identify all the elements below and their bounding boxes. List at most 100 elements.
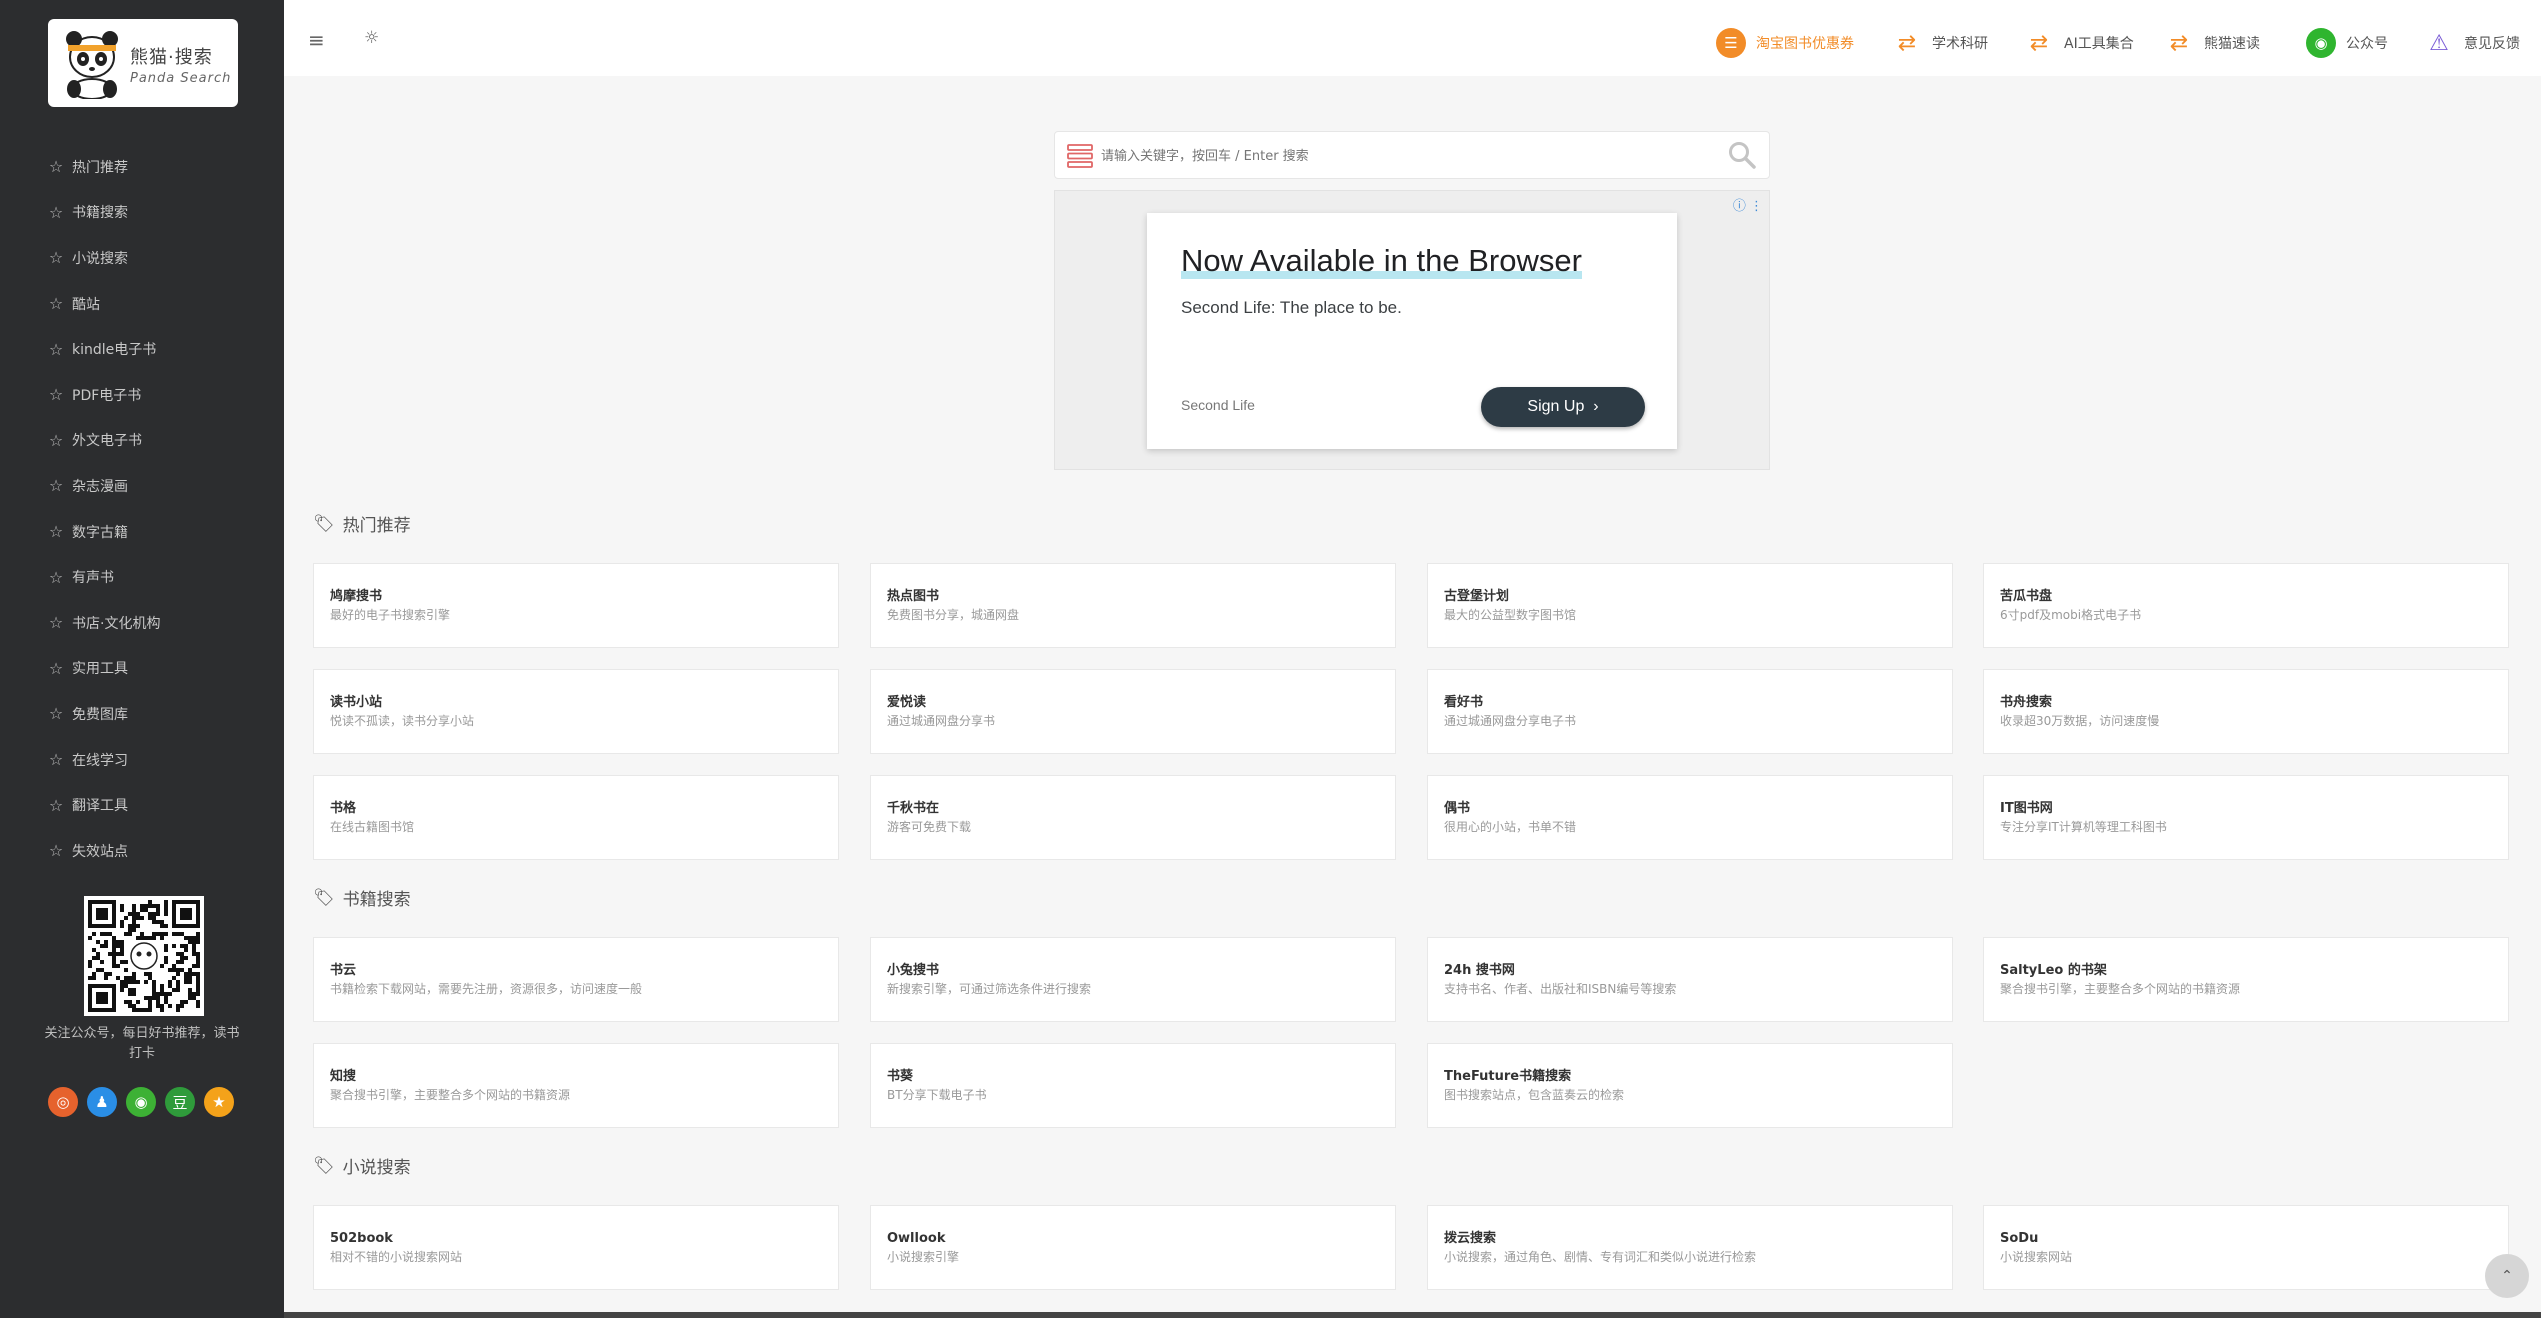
- sidebar-item[interactable]: ☆ 热门推荐: [0, 144, 284, 190]
- sidebar-item[interactable]: ☆ 在线学习: [0, 737, 284, 783]
- site-card[interactable]: TheFuture书籍搜索 图书搜索站点，包含蓝奏云的检索: [1427, 1043, 1953, 1128]
- top-nav-link[interactable]: ☰ 淘宝图书优惠券: [1716, 28, 1854, 58]
- site-card[interactable]: 读书小站悦读不孤读，读书分享小站: [313, 669, 839, 754]
- star-icon: ☆: [48, 339, 64, 359]
- site-description: 小说搜索引擎: [887, 1250, 960, 1264]
- panda-logo-icon: [66, 31, 118, 99]
- tag-icon: 🏷: [313, 513, 335, 534]
- top-nav-link[interactable]: ⇄ AI工具集合: [2024, 28, 2134, 58]
- ad-info-icon[interactable]: ⓘ ⋮: [1733, 195, 1763, 214]
- top-nav-label: 熊猫速读: [2204, 36, 2260, 52]
- site-card[interactable]: 502book 相对不错的小说搜索网站: [313, 1205, 839, 1290]
- star-icon: ☆: [48, 294, 64, 314]
- star-icon: ☆: [48, 658, 64, 678]
- sidebar-item[interactable]: ☆ 实用工具: [0, 646, 284, 692]
- sidebar-item[interactable]: ☆ 数字古籍: [0, 509, 284, 555]
- ad-cta-label: Sign Up: [1527, 398, 1585, 415]
- sidebar-item-label: 免费图库: [72, 706, 128, 723]
- site-card[interactable]: Owllook 小说搜索引擎: [870, 1205, 1396, 1290]
- wechat-icon[interactable]: ◉: [126, 1087, 156, 1117]
- site-name: TheFuture书籍搜索: [1444, 1069, 1572, 1084]
- sidebar-item-label: 酷站: [72, 296, 100, 313]
- top-nav-link[interactable]: ⚠ 意见反馈: [2424, 28, 2520, 58]
- site-card[interactable]: SoDu 小说搜索网站: [1983, 1205, 2509, 1290]
- star-icon: ☆: [48, 795, 64, 815]
- douban-icon[interactable]: 豆: [165, 1087, 195, 1117]
- chevron-right-icon: ›: [1593, 398, 1599, 415]
- qq-icon[interactable]: ♟: [87, 1087, 117, 1117]
- sidebar-item[interactable]: ☆ 翻译工具: [0, 782, 284, 828]
- sidebar-item[interactable]: ☆ 失效站点: [0, 828, 284, 874]
- sidebar-item[interactable]: ☆ 小说搜索: [0, 235, 284, 281]
- site-name: 书舟搜索: [2000, 695, 2053, 710]
- site-name: 拨云搜索: [1444, 1231, 1497, 1246]
- sidebar-item[interactable]: ☆ 杂志漫画: [0, 463, 284, 509]
- site-card[interactable]: 书格 在线古籍图书馆: [313, 775, 839, 860]
- qr-code: [84, 896, 204, 1016]
- sidebar-item[interactable]: ☆ kindle电子书: [0, 326, 284, 372]
- star-icon[interactable]: ★: [204, 1087, 234, 1117]
- site-card[interactable]: 爱悦读 通过城通网盘分享书: [870, 669, 1396, 754]
- site-description: 悦读不孤读，读书分享小站: [330, 714, 475, 728]
- sidebar-item[interactable]: ☆ 有声书: [0, 554, 284, 600]
- menu-toggle-icon[interactable]: ≡: [308, 28, 325, 52]
- social-links: ◎ ♟ ◉ 豆 ★: [48, 1087, 234, 1117]
- search-icon[interactable]: [1727, 140, 1757, 170]
- site-description: 聚合搜书引擎，主要整合多个网站的书籍资源: [330, 1088, 571, 1102]
- sidebar-item[interactable]: ☆ 书店·文化机构: [0, 600, 284, 646]
- site-card[interactable]: 24h 搜书网 支持书名、作者、出版社和ISBN编号等搜索: [1427, 937, 1953, 1022]
- site-card[interactable]: 古登堡计划 最大的公益型数字图书馆: [1427, 563, 1953, 648]
- site-card[interactable]: 鸠摩搜书 最好的电子书搜索引擎: [313, 563, 839, 648]
- back-to-top-button[interactable]: ⌃: [2485, 1254, 2529, 1298]
- site-description: 小说搜索，通过角色、剧情、专有词汇和类似小说进行检索: [1444, 1250, 1757, 1264]
- top-nav-link[interactable]: ⇄ 学术科研: [1892, 28, 1988, 58]
- section-title-label: 书籍搜索: [342, 890, 411, 910]
- star-icon: ☆: [48, 385, 64, 405]
- site-card[interactable]: 书云 书籍检索下载网站，需要先注册，资源很多，访问速度一般: [313, 937, 839, 1022]
- site-card[interactable]: 小兔搜书 新搜索引擎，可通过筛选条件进行搜索: [870, 937, 1396, 1022]
- site-card[interactable]: 千秋书在 游客可免费下载: [870, 775, 1396, 860]
- site-card[interactable]: IT图书网 专注分享IT计算机等理工科图书: [1983, 775, 2509, 860]
- site-card[interactable]: 苦瓜书盘 6寸pdf及mobi格式电子书: [1983, 563, 2509, 648]
- theme-toggle-icon[interactable]: ☼: [364, 28, 379, 48]
- site-description: 最大的公益型数字图书馆: [1444, 608, 1577, 622]
- section-title: 🏷 热门推荐: [313, 511, 411, 537]
- weibo-icon[interactable]: ◎: [48, 1087, 78, 1117]
- top-nav-label: 公众号: [2346, 36, 2388, 52]
- search-engine-icon[interactable]: [1065, 142, 1095, 170]
- site-name: 千秋书在: [887, 801, 940, 816]
- ad-banner[interactable]: ⓘ ⋮ Now Available in the Browser Second …: [1054, 190, 1770, 470]
- top-nav-link[interactable]: ⇄ 熊猫速读: [2164, 28, 2260, 58]
- ad-headline[interactable]: Now Available in the Browser: [1181, 243, 1582, 279]
- site-card[interactable]: 偶书 很用心的小站，书单不错: [1427, 775, 1953, 860]
- star-icon: ☆: [48, 704, 64, 724]
- sidebar-item[interactable]: ☆ 酷站: [0, 281, 284, 327]
- sidebar-item[interactable]: ☆ PDF电子书: [0, 372, 284, 418]
- star-icon: ☆: [48, 750, 64, 770]
- sidebar-item[interactable]: ☆ 外文电子书: [0, 418, 284, 464]
- sidebar-item[interactable]: ☆ 免费图库: [0, 691, 284, 737]
- logo-title: 熊猫·搜索: [130, 47, 213, 68]
- site-name: 鸠摩搜书: [330, 589, 383, 604]
- ad-description: Second Life: The place to be.: [1181, 298, 1402, 317]
- site-name: 读书小站: [330, 695, 383, 710]
- site-card[interactable]: SaltyLeo 的书架 聚合搜书引擎，主要整合多个网站的书籍资源: [1983, 937, 2509, 1022]
- site-card[interactable]: 书舟搜索收录超30万数据，访问速度慢: [1983, 669, 2509, 754]
- section-title: 🏷 小说搜索: [313, 1153, 411, 1179]
- site-card[interactable]: 知搜 聚合搜书引擎，主要整合多个网站的书籍资源: [313, 1043, 839, 1128]
- site-card[interactable]: 拨云搜索小说搜索，通过角色、剧情、专有词汇和类似小说进行检索: [1427, 1205, 1953, 1290]
- site-card[interactable]: 热点图书 免费图书分享，城通网盘: [870, 563, 1396, 648]
- site-card[interactable]: 书葵 BT分享下载电子书: [870, 1043, 1396, 1128]
- site-card[interactable]: 看好书 通过城通网盘分享电子书: [1427, 669, 1953, 754]
- star-icon: ☆: [48, 613, 64, 633]
- sidebar-item-label: 失效站点: [72, 843, 128, 860]
- sidebar-item[interactable]: ☆ 书籍搜索: [0, 190, 284, 236]
- search-input[interactable]: [1101, 142, 1701, 170]
- site-description: 收录超30万数据，访问速度慢: [2000, 714, 2160, 728]
- top-nav-link[interactable]: ◉ 公众号: [2306, 28, 2388, 58]
- tag-icon: 🏷: [313, 1155, 335, 1176]
- ad-cta-button[interactable]: Sign Up ›: [1481, 387, 1645, 427]
- sidebar-item-label: 在线学习: [72, 752, 128, 769]
- ad-card[interactable]: Now Available in the Browser Second Life…: [1147, 213, 1677, 449]
- site-logo[interactable]: 熊猫·搜索 Panda Search: [48, 19, 238, 107]
